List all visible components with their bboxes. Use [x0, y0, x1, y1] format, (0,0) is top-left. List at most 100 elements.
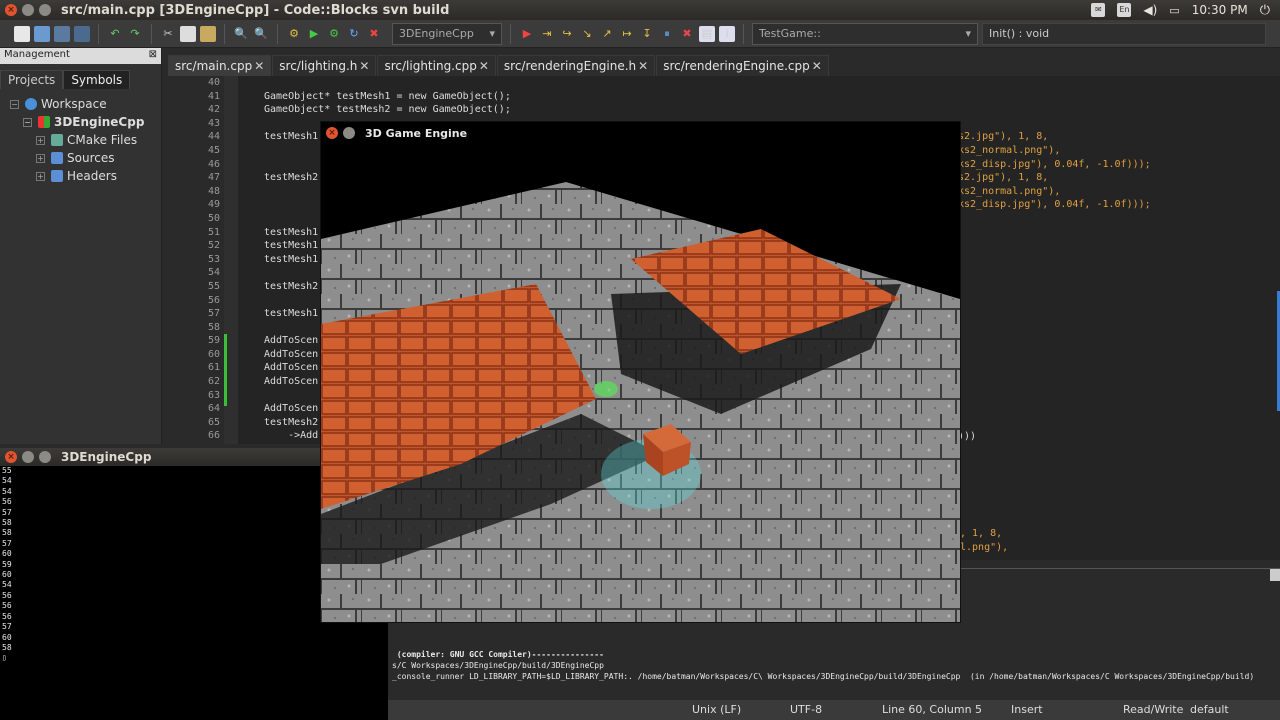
debug-icon[interactable]: ▶	[519, 26, 535, 42]
light-glow-green	[594, 381, 618, 397]
debug-windows-icon[interactable]: ▤	[699, 25, 715, 42]
tab-projects[interactable]: Projects	[0, 70, 64, 89]
collapse-icon[interactable]: −	[23, 117, 32, 127]
line-number: 62	[207, 376, 220, 388]
run-icon[interactable]: ▶	[306, 26, 322, 42]
game-viewport[interactable]	[321, 144, 960, 622]
editor-tabs: src/main.cpp ✕ src/lighting.h ✕ src/lighti…	[168, 54, 1280, 76]
build-target-value: 3DEngineCpp	[399, 27, 474, 40]
close-icon[interactable]: ×	[5, 4, 17, 16]
step-out-icon[interactable]: ↗	[599, 26, 615, 42]
expand-icon[interactable]: +	[36, 153, 45, 163]
scope-select[interactable]: TestGame:: ▾	[752, 22, 978, 45]
tree-item-project[interactable]: − 3DEngineCpp	[10, 113, 161, 131]
step-instruction-icon[interactable]: ↧	[639, 26, 655, 42]
tab-main-cpp[interactable]: src/main.cpp ✕	[168, 55, 272, 76]
close-icon[interactable]: ✕	[812, 59, 822, 73]
new-file-icon[interactable]	[14, 25, 30, 42]
project-icon	[38, 116, 50, 128]
maximize-icon[interactable]	[39, 4, 51, 16]
tab-renderingengine-cpp[interactable]: src/renderingEngine.cpp ✕	[656, 55, 829, 76]
game-titlebar[interactable]: × 3D Game Engine	[321, 122, 960, 144]
close-icon[interactable]: ✕	[254, 59, 264, 73]
game-window[interactable]: × 3D Game Engine	[320, 121, 961, 623]
minimize-icon[interactable]	[22, 451, 34, 463]
open-file-icon[interactable]	[34, 25, 50, 42]
function-select[interactable]: Init() : void	[982, 22, 1266, 45]
power-icon[interactable]: ⏻	[1260, 3, 1270, 18]
debug-info-icon[interactable]: i	[719, 25, 735, 42]
keyboard-icon[interactable]: En	[1117, 3, 1132, 17]
rebuild-icon[interactable]: ↻	[346, 26, 362, 42]
build-target-select[interactable]: 3DEngineCpp ▾	[392, 22, 502, 45]
close-icon[interactable]: ⊠	[149, 49, 157, 63]
cut-icon[interactable]: ✂	[160, 26, 176, 42]
collapse-icon[interactable]: −	[10, 99, 19, 109]
management-panel: Management ⊠ Projects Symbols − Workspac…	[0, 48, 162, 444]
close-icon[interactable]: ✕	[359, 59, 369, 73]
folder-label: Sources	[67, 151, 115, 165]
minimize-icon[interactable]	[22, 4, 34, 16]
save-icon[interactable]	[54, 25, 70, 42]
line-number: 44	[207, 131, 220, 143]
step-into-icon[interactable]: ↘	[579, 26, 595, 42]
project-tree: − Workspace − 3DEngineCpp + CMake Files …	[0, 95, 161, 185]
close-icon[interactable]: ✕	[479, 59, 489, 73]
tab-symbols[interactable]: Symbols	[63, 70, 131, 89]
code-line[interactable]: GameObject* testMesh2 = new GameObject()…	[264, 103, 511, 117]
save-all-icon[interactable]	[74, 25, 90, 42]
tab-lighting-cpp[interactable]: src/lighting.cpp ✕	[377, 55, 496, 76]
line-number: 66	[207, 430, 220, 442]
close-icon[interactable]: ✕	[638, 59, 648, 73]
pause-icon[interactable]: ⏸	[659, 26, 675, 42]
console-line: 57	[2, 622, 12, 632]
chevron-down-icon: ▾	[965, 27, 971, 40]
minimize-icon[interactable]	[343, 127, 355, 139]
tab-lighting-h[interactable]: src/lighting.h ✕	[272, 55, 377, 76]
next-instruction-icon[interactable]: ↦	[619, 26, 635, 42]
console-title: 3DEngineCpp	[61, 450, 152, 464]
volume-icon[interactable]: ◀)	[1143, 3, 1157, 17]
tab-renderingengine-h[interactable]: src/renderingEngine.h ✕	[496, 55, 656, 76]
network-icon[interactable]: ✉	[1091, 3, 1106, 17]
scrollbar-arrow[interactable]	[1270, 569, 1280, 581]
expand-icon[interactable]: +	[36, 135, 45, 145]
tab-label: src/main.cpp	[175, 59, 253, 73]
redo-icon[interactable]: ↷	[127, 26, 143, 42]
workspace-label: Workspace	[41, 97, 107, 111]
stop-debug-icon[interactable]: ✖	[679, 26, 695, 42]
maximize-icon[interactable]	[39, 451, 51, 463]
run-to-cursor-icon[interactable]: ⇥	[539, 26, 555, 42]
tree-item-cmake[interactable]: + CMake Files	[10, 131, 161, 149]
line-number: 57	[207, 308, 220, 320]
paste-icon[interactable]	[200, 25, 216, 42]
close-icon[interactable]: ×	[5, 451, 17, 463]
build-run-icon[interactable]: ⚙	[326, 26, 342, 42]
code-line[interactable]: GameObject* testMesh1 = new GameObject()…	[264, 90, 511, 104]
line-number: 55	[207, 280, 220, 292]
build-icon[interactable]: ⚙	[286, 26, 302, 42]
copy-icon[interactable]	[180, 25, 196, 42]
code-line[interactable]	[264, 76, 511, 90]
undo-icon[interactable]: ↶	[107, 26, 123, 42]
code-editor-lower: , 1, 8, l.png"),	[960, 444, 1280, 560]
tree-item-workspace[interactable]: − Workspace	[10, 95, 161, 113]
find-icon[interactable]: 🔍	[233, 26, 249, 42]
status-encoding: UTF-8	[790, 703, 823, 716]
close-icon[interactable]: ×	[326, 127, 338, 139]
tree-item-sources[interactable]: + Sources	[10, 149, 161, 167]
line-number: 47	[207, 172, 220, 184]
line-number: 65	[207, 416, 220, 428]
tree-item-headers[interactable]: + Headers	[10, 167, 161, 185]
line-number: 41	[207, 90, 220, 102]
clock[interactable]: 10:30 PM	[1192, 3, 1248, 17]
line-number: 63	[207, 389, 220, 401]
abort-icon[interactable]: ✖	[366, 26, 382, 42]
change-marker	[224, 334, 227, 406]
replace-icon[interactable]: 🔍	[253, 26, 269, 42]
expand-icon[interactable]: +	[36, 171, 45, 181]
battery-icon[interactable]: ▭	[1169, 4, 1179, 17]
next-line-icon[interactable]: ↪	[559, 26, 575, 42]
console-line: 60	[2, 632, 12, 642]
line-number: 48	[207, 185, 220, 197]
